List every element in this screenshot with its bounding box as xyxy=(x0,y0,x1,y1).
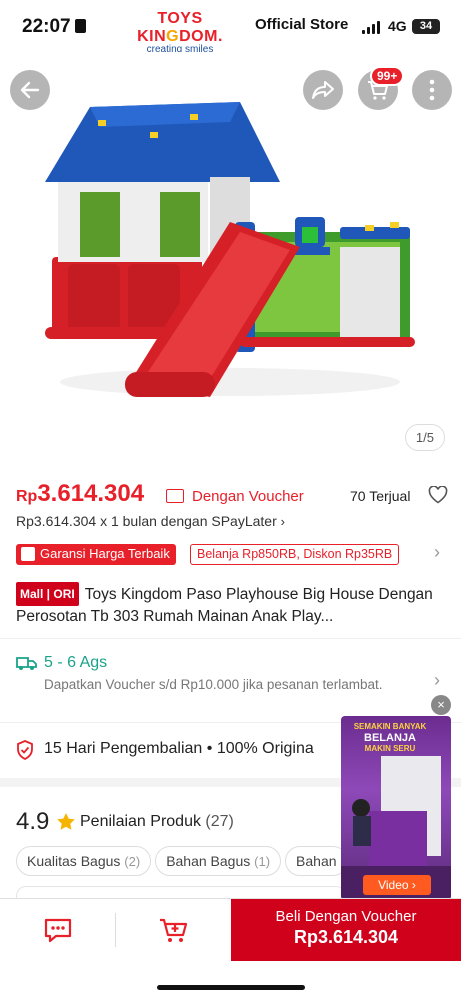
rating-label: Penilaian Produk (27) xyxy=(80,813,234,831)
divider xyxy=(0,638,461,639)
paylater-text: Rp3.614.304 x 1 bulan dengan SPayLater xyxy=(16,513,277,529)
delivery-estimate: 5 - 6 Ags xyxy=(44,654,108,671)
rating-count: (27) xyxy=(205,813,234,830)
truck-icon xyxy=(16,657,37,670)
video-preview[interactable]: SEMAKIN BANYAK BELANJA MAKIN SERU Video … xyxy=(341,716,451,900)
store-logo[interactable]: TOYS KINGDOM. creating smiles xyxy=(115,10,245,55)
buy-button-price: Rp3.614.304 xyxy=(293,927,399,947)
back-button[interactable] xyxy=(10,70,50,110)
more-vertical-icon xyxy=(429,79,435,101)
guarantee-badge-label: Garansi Harga Terbaik xyxy=(40,546,170,561)
video-thumbnail xyxy=(341,756,451,900)
product-gallery[interactable]: 99+ 1/5 xyxy=(0,52,461,460)
store-logo-text: TOYS KINGDOM. xyxy=(137,10,223,45)
shield-check-icon xyxy=(17,740,33,760)
delivery-voucher-note: Dapatkan Voucher s/d Rp10.000 jika pesan… xyxy=(44,677,383,692)
star-icon xyxy=(57,813,75,830)
rating-value: 4.9 xyxy=(16,808,50,835)
promo-row[interactable]: Garansi Harga Terbaik Belanja Rp850RB, D… xyxy=(16,542,446,566)
status-time-text: 22:07 xyxy=(22,16,71,37)
price-row: Rp3.614.304 Dengan Voucher 70 Terjual xyxy=(16,480,448,510)
chevron-right-icon: › xyxy=(434,670,440,690)
review-tag[interactable]: Bahan xyxy=(285,846,348,876)
add-to-cart-button[interactable] xyxy=(116,899,231,961)
share-button[interactable] xyxy=(303,70,343,110)
cart-plus-icon xyxy=(159,918,187,942)
video-close-button[interactable]: × xyxy=(431,695,451,715)
buy-button-label: Beli Dengan Voucher xyxy=(275,908,417,925)
more-options-button[interactable] xyxy=(412,70,452,110)
status-bar: 22:07 TOYS KINGDOM. creating smiles Offi… xyxy=(0,0,461,55)
discount-tag: Belanja Rp850RB, Diskon Rp35RB xyxy=(190,544,400,565)
network-label: 4G xyxy=(388,18,407,34)
paylater-link[interactable]: Rp3.614.304 x 1 bulan dengan SPayLater › xyxy=(16,513,285,529)
chat-button[interactable] xyxy=(0,899,115,961)
id-badge-icon xyxy=(74,19,86,33)
video-button[interactable]: Video › xyxy=(363,875,431,895)
price-guarantee-badge: Garansi Harga Terbaik xyxy=(16,544,176,565)
cart-count-badge: 99+ xyxy=(370,66,405,86)
chat-icon xyxy=(44,918,71,943)
chevron-right-icon: › xyxy=(280,514,285,529)
product-image xyxy=(45,102,415,397)
bottom-action-bar: Beli Dengan Voucher Rp3.614.304 xyxy=(0,898,461,1000)
heart-icon[interactable] xyxy=(428,486,448,504)
signal-icon xyxy=(362,21,382,34)
sold-count: 70 Terjual xyxy=(350,488,411,504)
image-page-indicator: 1/5 xyxy=(404,424,445,451)
mall-ori-badge: Mall | ORI xyxy=(16,582,79,606)
chevron-right-icon: › xyxy=(434,542,440,562)
store-label: Official Store xyxy=(255,16,349,33)
voucher-icon xyxy=(166,489,184,503)
guarantee-icon xyxy=(21,547,35,561)
home-indicator[interactable] xyxy=(157,985,305,990)
price-currency: Rp xyxy=(16,488,38,505)
return-policy-text: 15 Hari Pengembalian • 100% Origina xyxy=(44,740,314,757)
shipping-row[interactable]: 5 - 6 Ags Dapatkan Voucher s/d Rp10.000 … xyxy=(16,650,446,712)
voucher-label[interactable]: Dengan Voucher xyxy=(192,488,304,505)
product-price: Rp3.614.304 xyxy=(16,480,144,508)
share-icon xyxy=(312,81,334,99)
product-title: Mall | ORI Toys Kingdom Paso Playhouse Bi… xyxy=(16,582,446,628)
arrow-left-icon xyxy=(20,81,40,99)
battery-icon: 34 xyxy=(412,19,440,34)
rating-label-text: Penilaian Produk xyxy=(80,813,201,830)
review-tag[interactable]: Kualitas Bagus (2) xyxy=(16,846,152,876)
review-tag[interactable]: Bahan Bagus (1) xyxy=(155,846,282,876)
buy-with-voucher-button[interactable]: Beli Dengan Voucher Rp3.614.304 xyxy=(231,899,461,961)
price-amount: 3.614.304 xyxy=(37,480,145,507)
status-time: 22:07 xyxy=(22,16,86,38)
